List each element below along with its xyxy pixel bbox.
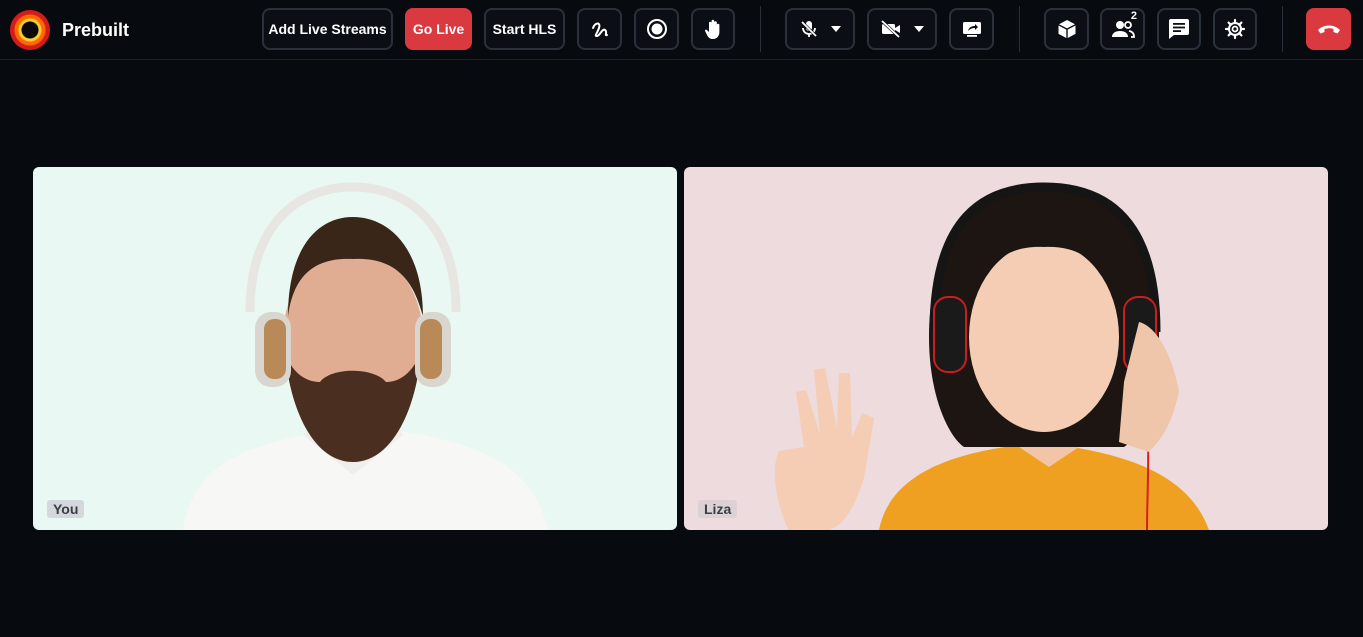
participants-button[interactable]: 2 bbox=[1100, 8, 1145, 50]
top-toolbar: Prebuilt Add Live Streams Go Live Start … bbox=[0, 0, 1363, 60]
app-logo bbox=[10, 10, 50, 50]
mic-toggle-button[interactable] bbox=[785, 8, 855, 50]
mic-off-icon bbox=[799, 19, 819, 39]
settings-button[interactable] bbox=[1213, 8, 1257, 50]
record-icon bbox=[646, 18, 668, 40]
go-live-button[interactable]: Go Live bbox=[405, 8, 472, 50]
app-name: Prebuilt bbox=[62, 19, 130, 40]
camera-toggle-button[interactable] bbox=[867, 8, 937, 50]
chevron-down-icon[interactable] bbox=[914, 26, 924, 32]
screen-share-button[interactable] bbox=[949, 8, 994, 50]
participant-name-label: Liza bbox=[698, 500, 738, 518]
participant-name-label: You bbox=[47, 500, 85, 518]
record-button[interactable] bbox=[634, 8, 679, 50]
leave-call-button[interactable] bbox=[1306, 8, 1351, 50]
chat-icon bbox=[1167, 18, 1191, 40]
video-tile-you[interactable]: You bbox=[33, 167, 677, 530]
video-off-icon bbox=[880, 20, 902, 38]
gear-icon bbox=[1224, 18, 1246, 40]
apps-button[interactable] bbox=[1044, 8, 1089, 50]
whiteboard-button[interactable] bbox=[577, 8, 622, 50]
start-hls-button[interactable]: Start HLS bbox=[484, 8, 565, 50]
toolbar-separator bbox=[1019, 6, 1020, 52]
hang-up-icon bbox=[1316, 22, 1342, 36]
video-tile-liza[interactable]: Liza bbox=[684, 167, 1328, 530]
participant-video-liza bbox=[774, 182, 1209, 530]
chevron-down-icon[interactable] bbox=[831, 26, 841, 32]
toolbar-separator bbox=[760, 6, 761, 52]
screen-share-icon bbox=[961, 19, 983, 39]
raise-hand-button[interactable] bbox=[691, 8, 735, 50]
participants-count-badge: 2 bbox=[1130, 10, 1137, 22]
add-live-streams-button[interactable]: Add Live Streams bbox=[262, 8, 393, 50]
chat-button[interactable] bbox=[1157, 8, 1201, 50]
hand-icon bbox=[703, 18, 723, 40]
people-icon bbox=[1111, 20, 1135, 38]
participant-video-you bbox=[183, 182, 548, 530]
brand: Prebuilt bbox=[10, 10, 129, 50]
cube-icon bbox=[1056, 18, 1078, 40]
squiggle-icon bbox=[590, 19, 610, 39]
toolbar-separator bbox=[1282, 6, 1283, 52]
